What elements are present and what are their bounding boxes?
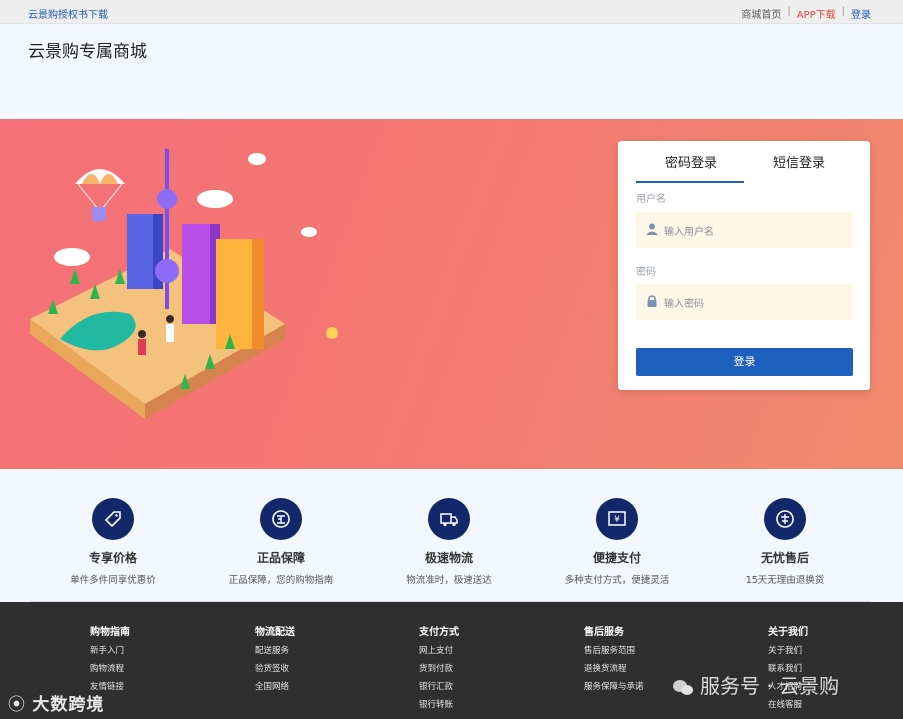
footer-link[interactable]: 验货签收	[255, 662, 295, 674]
password-field[interactable]: 输入密码	[636, 284, 853, 320]
feature-desc: 物流准时，极速送达	[406, 575, 492, 586]
footer-link[interactable]: 全国网络	[255, 680, 295, 692]
top-bar: 云景购授权书下载 商城首页 | APP下载 | 登录	[0, 0, 903, 24]
truck-icon	[428, 498, 470, 540]
footer-column-payment: 支付方式 网上支付 货到付款 银行汇款 银行转账	[419, 623, 459, 716]
password-label: 密码	[636, 267, 656, 278]
payment-icon: ¥	[596, 498, 638, 540]
login-tabs: 密码登录 短信登录	[618, 141, 870, 183]
feature-item: ¥ 便捷支付 多种支付方式，便捷灵活	[532, 498, 702, 586]
lock-icon	[647, 295, 657, 307]
login-button[interactable]: 登录	[636, 348, 853, 376]
footer-column-after-sales: 售后服务 售后服务范围 退换货流程 服务保障与承诺	[584, 623, 644, 698]
top-links: 商城首页 | APP下载 | 登录	[741, 6, 871, 21]
tab-password-login[interactable]: 密码登录	[665, 152, 717, 171]
feature-desc: 15天无理由退换货	[745, 575, 825, 586]
footer-link[interactable]: 服务保障与承诺	[584, 680, 644, 692]
separator: |	[841, 6, 845, 17]
footer-link[interactable]: 银行汇款	[419, 680, 459, 692]
city-illustration	[30, 149, 338, 419]
watermark-right: 服务号 · 云景购	[672, 670, 839, 699]
price-tag-icon	[92, 498, 134, 540]
watermark-left: ⦿ 大数跨境	[8, 690, 104, 715]
footer-column-title: 支付方式	[419, 627, 459, 638]
username-field[interactable]: 输入用户名	[636, 212, 853, 248]
username-placeholder: 输入用户名	[664, 227, 714, 238]
footer-link[interactable]: 关于我们	[768, 644, 808, 656]
footer-column-title: 购物指南	[90, 627, 130, 638]
feature-title: 便捷支付	[592, 551, 641, 565]
footer-link[interactable]: 配送服务	[255, 644, 295, 656]
svg-text:¥: ¥	[614, 515, 620, 525]
footer-column-title: 物流配送	[255, 627, 295, 638]
footer-column-title: 关于我们	[768, 627, 808, 638]
site-title: 云景购专属商城	[28, 42, 147, 62]
user-icon	[646, 223, 658, 235]
feature-title: 极速物流	[424, 551, 473, 565]
active-tab-indicator	[636, 181, 744, 183]
feature-desc: 正品保障，您的购物指南	[228, 575, 334, 586]
footer-link[interactable]: 退换货流程	[584, 662, 644, 674]
password-placeholder: 输入密码	[664, 299, 704, 310]
feature-item: 专享价格 单件多件同享优惠价	[28, 498, 198, 586]
app-download-link[interactable]: APP下载	[797, 6, 836, 21]
feature-item: 极速物流 物流准时，极速送达	[364, 498, 534, 586]
login-card: 密码登录 短信登录 用户名 输入用户名 密码 输入密码 登录	[618, 141, 870, 390]
feature-item: 正品保障 正品保障，您的购物指南	[196, 498, 366, 586]
watermark-right-text: 服务号 · 云景购	[700, 674, 840, 698]
feature-desc: 单件多件同享优惠价	[70, 575, 156, 586]
feature-desc: 多种支付方式，便捷灵活	[564, 575, 670, 586]
feature-title: 专享价格	[88, 551, 137, 565]
watermark-logo-icon: ⦿	[8, 695, 33, 715]
footer-link[interactable]: 新手入门	[90, 644, 130, 656]
feature-title: 无忧售后	[760, 551, 809, 565]
genuine-icon	[260, 498, 302, 540]
features-strip: 专享价格 单件多件同享优惠价 正品保障 正品保障，您的购物指南 极速物流 物流准…	[0, 498, 903, 598]
footer-column-delivery: 物流配送 配送服务 验货签收 全国网络	[255, 623, 295, 698]
feature-item: 无忧售后 15天无理由退换货	[700, 498, 870, 586]
footer-link[interactable]: 货到付款	[419, 662, 459, 674]
top-login-link[interactable]: 登录	[851, 6, 871, 21]
separator: |	[787, 6, 791, 17]
wechat-icon	[673, 679, 693, 695]
aftersale-icon	[764, 498, 806, 540]
feature-title: 正品保障	[256, 551, 305, 565]
watermark-left-text: 大数跨境	[32, 695, 105, 715]
footer-link[interactable]: 售后服务范围	[584, 644, 644, 656]
footer-link[interactable]: 网上支付	[419, 644, 459, 656]
authorization-download-link[interactable]: 云景购授权书下载	[28, 6, 108, 21]
footer-column-title: 售后服务	[584, 627, 624, 638]
footer-column-shopping-guide: 购物指南 新手入门 购物流程 友情链接	[90, 623, 130, 698]
footer-link[interactable]: 购物流程	[90, 662, 130, 674]
username-label: 用户名	[636, 194, 666, 205]
tab-sms-login[interactable]: 短信登录	[773, 152, 825, 171]
footer-link[interactable]: 银行转账	[419, 698, 459, 710]
footer-link[interactable]: 在线客服	[768, 698, 808, 710]
footer: 购物指南 新手入门 购物流程 友情链接 物流配送 配送服务 验货签收 全国网络 …	[0, 602, 903, 719]
mall-home-link[interactable]: 商城首页	[741, 6, 781, 21]
